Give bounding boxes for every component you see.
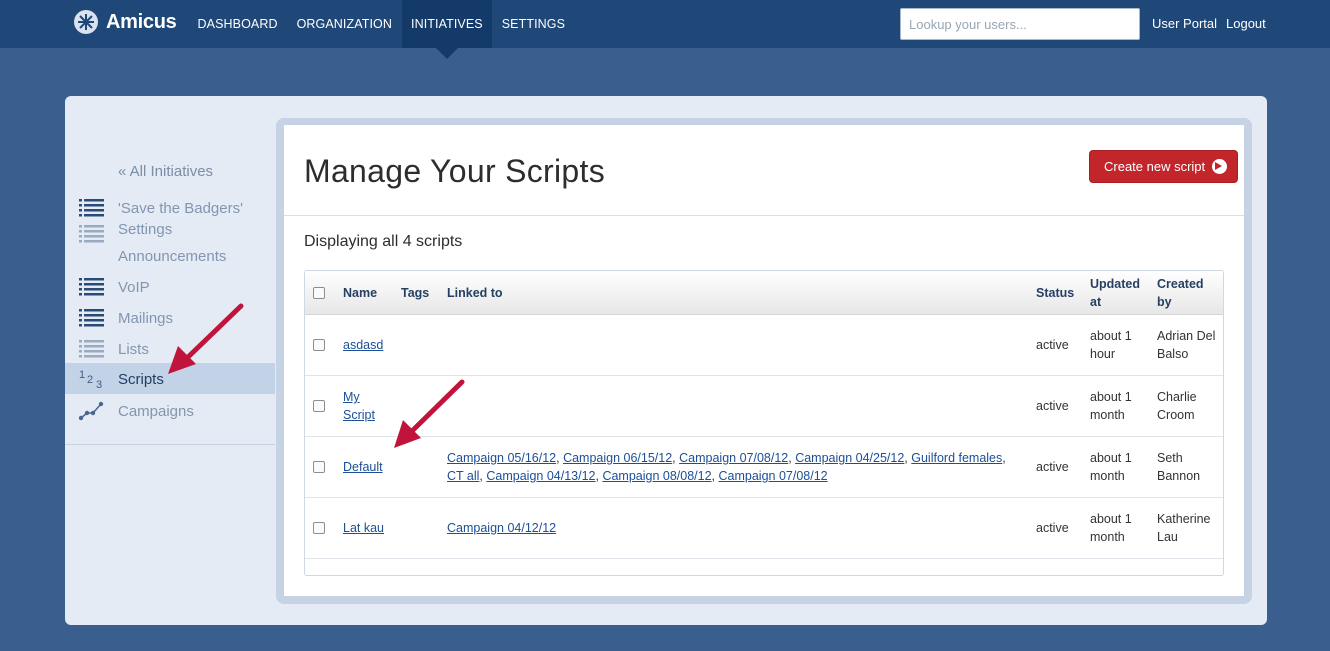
scripts-card: Manage Your Scripts Create new script Di… [284, 125, 1244, 596]
col-created-by[interactable]: Created by [1157, 275, 1217, 311]
row-checkbox[interactable] [313, 461, 325, 473]
numbers-icon: 1 2 3 [79, 369, 103, 391]
campaign-link[interactable]: Campaign 06/15/12 [563, 451, 672, 465]
status-cell: active [1036, 460, 1069, 474]
campaign-link[interactable]: Campaign 04/13/12 [486, 469, 595, 483]
linked-campaigns-cell: Campaign 05/16/12, Campaign 06/15/12, Ca… [447, 451, 1006, 483]
sidebar-item-voip[interactable]: VoIP [65, 271, 275, 302]
main-nav: DASHBOARD ORGANIZATION INITIATIVES SETTI… [188, 0, 575, 59]
updated-cell: about 1 month [1090, 390, 1132, 422]
created-by-cell: Katherine Lau [1157, 512, 1211, 544]
script-name-link[interactable]: Lat kau [343, 519, 384, 537]
page-title: Manage Your Scripts [304, 153, 605, 189]
list-icon [79, 199, 104, 217]
col-status[interactable]: Status [1036, 284, 1074, 302]
logout-link[interactable]: Logout [1226, 16, 1266, 31]
script-name-link[interactable]: My Script [343, 388, 387, 424]
sidebar-item-label: Announcements [118, 248, 227, 265]
created-by-cell: Adrian Del Balso [1157, 329, 1216, 361]
sidebar-item-label: VoIP [118, 279, 150, 296]
col-tags[interactable]: Tags [401, 284, 429, 302]
sidebar-item-label: Campaigns [118, 403, 194, 420]
content-panel: « All Initiatives 'Save the Badgers' Set… [65, 96, 1267, 625]
campaign-link[interactable]: Campaign 07/08/12 [679, 451, 788, 465]
sidebar-item-announcements[interactable]: Announcements [65, 240, 275, 271]
updated-cell: about 1 month [1090, 512, 1132, 544]
scripts-table: Name Tags Linked to Status Updated at Cr… [304, 270, 1224, 576]
top-navbar: Amicus DASHBOARD ORGANIZATION INITIATIVE… [0, 0, 1330, 59]
user-search-input[interactable] [900, 8, 1140, 40]
graph-icon [79, 401, 104, 421]
created-by-cell: Seth Bannon [1157, 451, 1201, 483]
sidebar-item-mailings[interactable]: Mailings [65, 302, 275, 333]
logo-icon [74, 10, 98, 34]
create-script-button[interactable]: Create new script [1089, 150, 1238, 183]
sidebar-item-label: Lists [118, 341, 149, 358]
table-row: My Script active about 1 month Charlie C… [305, 376, 1223, 437]
table-row: Lat kau Campaign 04/12/12 active about 1… [305, 498, 1223, 559]
status-cell: active [1036, 399, 1069, 413]
status-cell: active [1036, 338, 1069, 352]
user-portal-link[interactable]: User Portal [1152, 16, 1217, 31]
table-row: Default Campaign 05/16/12, Campaign 06/1… [305, 437, 1223, 498]
sidebar-item-label: Scripts [118, 371, 164, 388]
sidebar-item-label: 'Save the Badgers' Settings [118, 200, 243, 238]
created-by-cell: Charlie Croom [1157, 390, 1197, 422]
status-cell: active [1036, 521, 1069, 535]
arrow-right-circle-icon [1212, 159, 1228, 174]
row-checkbox[interactable] [313, 522, 325, 534]
col-updated-at[interactable]: Updated at [1090, 275, 1150, 311]
sidebar-divider [65, 444, 275, 445]
col-name[interactable]: Name [343, 284, 377, 302]
nav-organization[interactable]: ORGANIZATION [287, 0, 401, 48]
campaign-link[interactable]: CT all [447, 469, 479, 483]
create-script-label: Create new script [1104, 159, 1206, 174]
app-name: Amicus [106, 10, 177, 33]
sidebar-item-lists[interactable]: Lists [65, 333, 275, 364]
col-linked-to[interactable]: Linked to [447, 284, 503, 302]
campaign-link[interactable]: Guilford females [911, 451, 1002, 465]
campaign-link[interactable]: Campaign 07/08/12 [719, 469, 828, 483]
scripts-count: Displaying all 4 scripts [304, 233, 463, 250]
script-name-link[interactable]: Default [343, 458, 383, 476]
list-icon [79, 309, 104, 327]
sidebar-item-campaigns[interactable]: Campaigns [65, 395, 275, 426]
updated-cell: about 1 hour [1090, 329, 1132, 361]
nav-initiatives[interactable]: INITIATIVES [401, 0, 493, 59]
list-icon [79, 278, 104, 296]
card-header: Manage Your Scripts Create new script [284, 125, 1244, 216]
table-header: Name Tags Linked to Status Updated at Cr… [305, 271, 1223, 315]
row-checkbox[interactable] [313, 400, 325, 412]
campaign-link[interactable]: Campaign 04/12/12 [447, 521, 556, 535]
campaign-link[interactable]: Campaign 05/16/12 [447, 451, 556, 465]
updated-cell: about 1 month [1090, 451, 1132, 483]
list-icon [79, 340, 104, 358]
select-all-checkbox[interactable] [313, 287, 325, 299]
linked-campaigns-cell: Campaign 04/12/12 [447, 519, 556, 537]
campaign-link[interactable]: Campaign 08/08/12 [602, 469, 711, 483]
table-row: asdasd active about 1 hour Adrian Del Ba… [305, 315, 1223, 376]
row-checkbox[interactable] [313, 339, 325, 351]
all-initiatives-link[interactable]: « All Initiatives [118, 163, 213, 180]
nav-dashboard[interactable]: DASHBOARD [188, 0, 287, 48]
campaign-link[interactable]: Campaign 04/25/12 [795, 451, 904, 465]
sidebar-item-label: Mailings [118, 310, 174, 327]
app-logo[interactable]: Amicus [74, 10, 177, 34]
nav-settings[interactable]: SETTINGS [492, 0, 574, 48]
script-name-link[interactable]: asdasd [343, 336, 383, 354]
sidebar-item-scripts[interactable]: 1 2 3 Scripts [65, 363, 275, 394]
